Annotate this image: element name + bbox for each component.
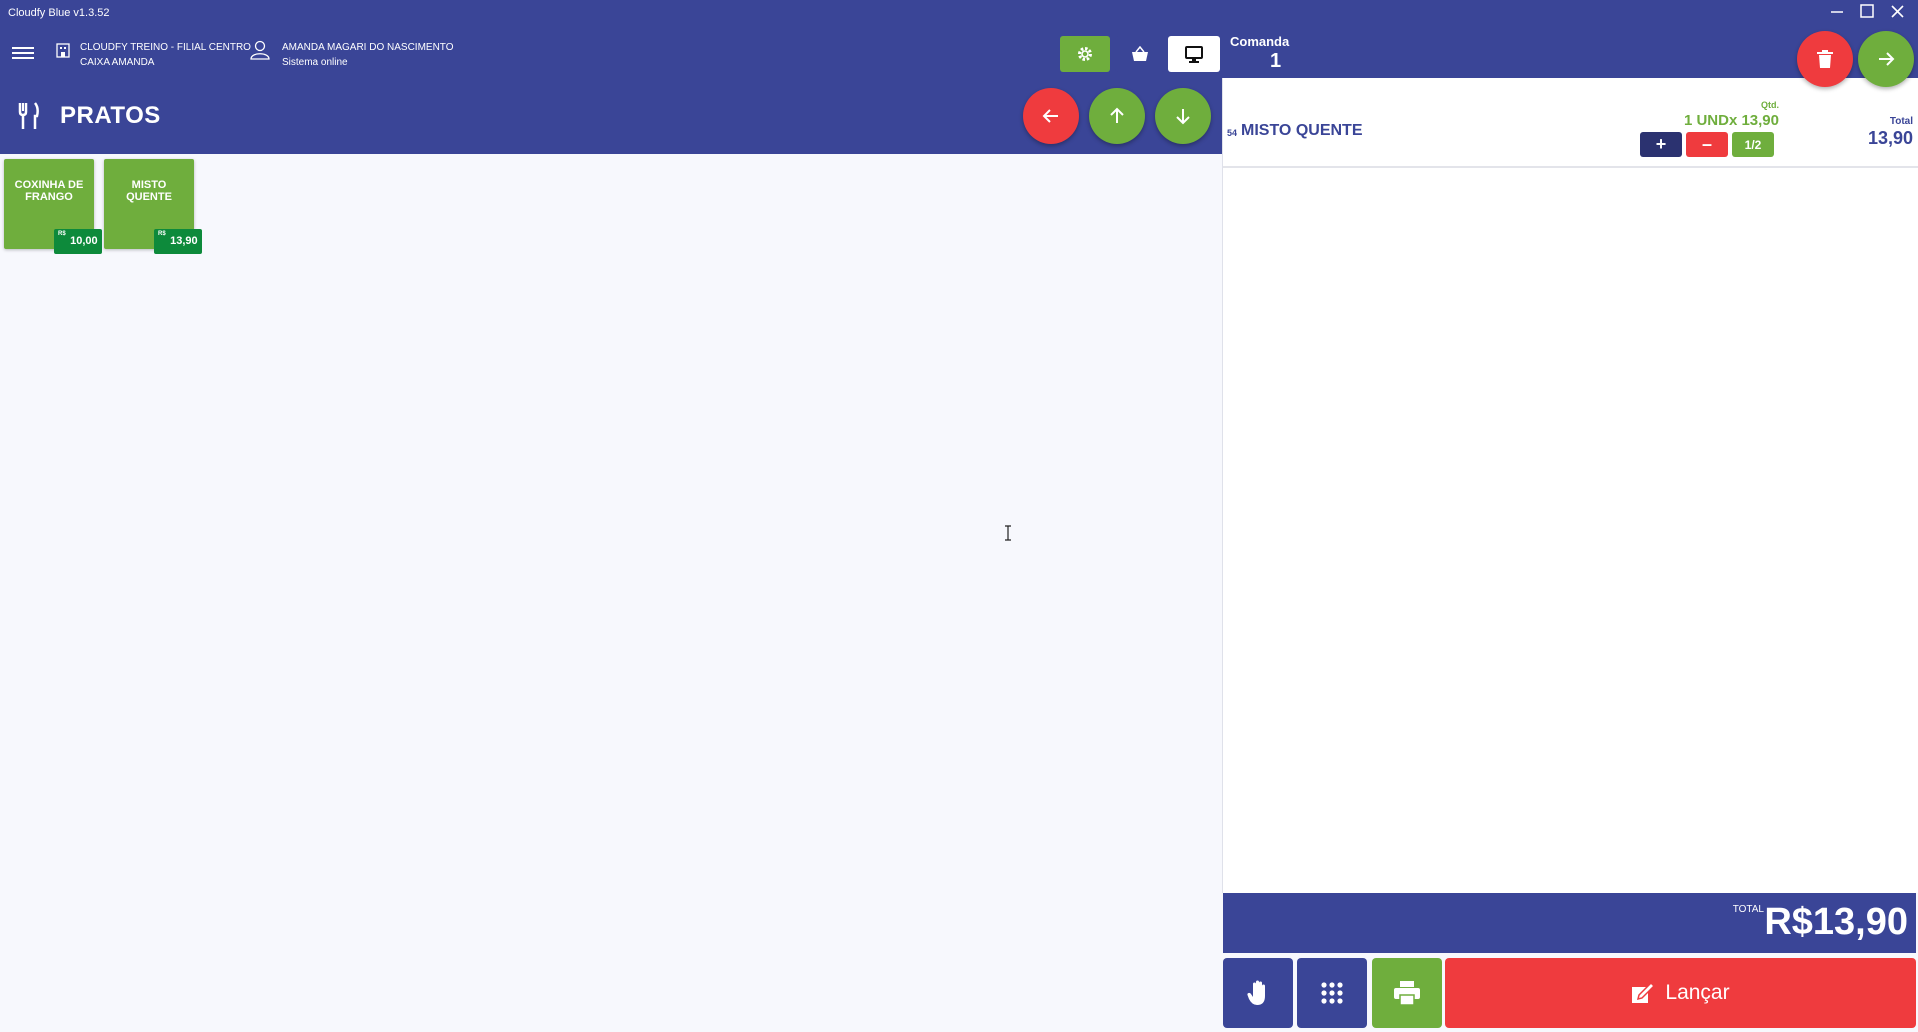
launch-label: Lançar [1665, 981, 1730, 1004]
scroll-up-button[interactable] [1089, 88, 1145, 144]
arrow-down-icon [1176, 109, 1190, 125]
order-panel: 54 MISTO QUENTE Qtd. 1 UNDx 13,90 + – 1/… [1222, 78, 1918, 893]
minimize-icon [1831, 11, 1843, 13]
comanda-number: 1 [1270, 50, 1282, 72]
order-total-bar: TOTAL R$13,90 [1223, 893, 1916, 953]
arrow-up-icon [1110, 107, 1124, 123]
monitor-button[interactable] [1168, 36, 1220, 72]
item-name: MISTO QUENTE [1241, 122, 1363, 139]
product-card-coxinha[interactable]: COXINHA DE FRANGO R$ 10,00 [4, 159, 102, 254]
half-portion-button[interactable]: 1/2 [1732, 132, 1774, 157]
settings-button[interactable] [1060, 36, 1110, 72]
total-label: TOTAL [1732, 904, 1764, 915]
decrease-qty-button[interactable]: – [1686, 132, 1728, 157]
store-info: CLOUDFY TREINO - FILIAL CENTRO CAIXA AMA… [56, 40, 251, 70]
basket-icon [1132, 46, 1148, 61]
price-currency: R$ [158, 231, 166, 237]
price-currency: R$ [58, 231, 66, 237]
item-code: 54 [1227, 128, 1238, 138]
arrow-right-icon [1879, 52, 1895, 66]
product-card-misto-quente[interactable]: MISTO QUENTE R$ 13,90 [104, 159, 202, 254]
product-price-badge: R$ 10,00 [54, 229, 102, 254]
order-item-row[interactable]: 54 MISTO QUENTE Qtd. 1 UNDx 13,90 + – 1/… [1223, 78, 1918, 168]
increase-qty-button[interactable]: + [1640, 132, 1682, 157]
product-name: COXINHA DE FRANGO [14, 179, 84, 203]
total-value: R$13,90 [1764, 901, 1908, 943]
basket-button[interactable] [1115, 36, 1165, 72]
app-title: Cloudfy Blue v1.3.52 [8, 7, 110, 19]
trash-icon [1817, 50, 1833, 68]
cashier-name: CAIXA AMANDA [80, 57, 155, 68]
keypad-button[interactable] [1297, 958, 1367, 1028]
main-header: CLOUDFY TREINO - FILIAL CENTRO CAIXA AMA… [0, 28, 1222, 154]
menu-button[interactable] [12, 44, 34, 64]
qtd-label: Qtd. [1761, 100, 1779, 110]
building-icon [56, 43, 70, 58]
comanda-label: Comanda [1230, 34, 1290, 49]
qtd-value: 1 UNDx 13,90 [1683, 112, 1779, 129]
arrow-left-icon [1042, 109, 1058, 123]
window-titlebar: Cloudfy Blue v1.3.52 [0, 0, 1918, 28]
store-name: CLOUDFY TREINO - FILIAL CENTRO [80, 42, 251, 53]
user-status: Sistema online [282, 57, 348, 68]
hamburger-icon-line [12, 57, 34, 59]
hand-button[interactable] [1223, 958, 1293, 1028]
hamburger-icon-line [12, 52, 34, 54]
minimize-button[interactable] [1826, 4, 1848, 24]
product-name: MISTO QUENTE [126, 179, 172, 203]
user-name: AMANDA MAGARI DO NASCIMENTO [282, 42, 454, 53]
hand-icon [1247, 980, 1265, 1005]
item-total-label: Total [1889, 116, 1913, 127]
back-button[interactable] [1023, 88, 1079, 144]
maximize-icon [1860, 4, 1874, 18]
user-icon [250, 40, 270, 60]
launch-order-button[interactable]: Lançar [1445, 958, 1916, 1028]
user-info: AMANDA MAGARI DO NASCIMENTO Sistema onli… [250, 40, 454, 70]
cutlery-icon [18, 102, 39, 129]
print-button[interactable] [1372, 958, 1442, 1028]
maximize-button[interactable] [1856, 4, 1878, 24]
next-button[interactable] [1858, 31, 1914, 87]
dialpad-icon [1321, 982, 1343, 1004]
item-total-value: 13,90 [1867, 128, 1913, 148]
monitor-icon [1185, 45, 1203, 63]
price-value: 10,00 [70, 235, 98, 247]
price-value: 13,90 [170, 235, 198, 247]
delete-order-button[interactable] [1797, 31, 1853, 87]
printer-icon [1394, 981, 1420, 1005]
section-title: PRATOS [60, 102, 161, 129]
scroll-down-button[interactable] [1155, 88, 1211, 144]
close-icon [1890, 5, 1904, 18]
edit-icon [1632, 982, 1656, 1003]
text-cursor-icon [1005, 525, 1011, 541]
hamburger-icon-line [12, 47, 34, 49]
product-price-badge: R$ 13,90 [154, 229, 202, 254]
gear-icon [1078, 47, 1092, 61]
close-window-button[interactable] [1886, 4, 1908, 24]
